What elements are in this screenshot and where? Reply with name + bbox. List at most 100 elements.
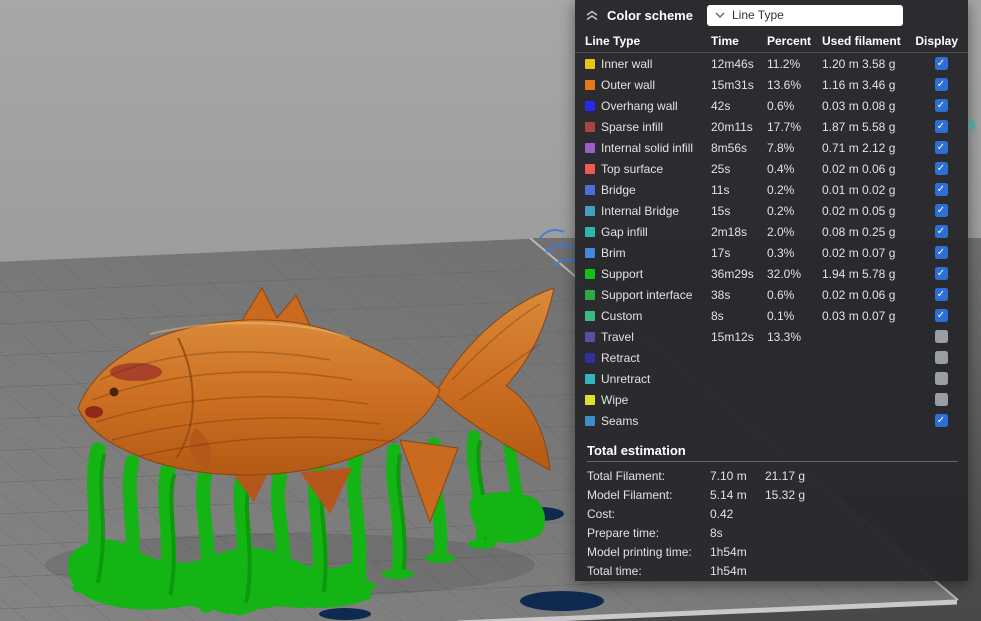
total-value: 0.42 — [710, 507, 765, 521]
display-checkbox[interactable]: ✓ — [935, 99, 948, 112]
used-filament-meters: 0.08 m — [822, 225, 862, 239]
used-filament-grams: 0.25 g — [862, 225, 910, 239]
line-type-label: Outer wall — [601, 78, 711, 92]
used-filament-meters: 0.02 m — [822, 246, 862, 260]
line-type-label: Inner wall — [601, 57, 711, 71]
line-type-row: Retract — [575, 347, 968, 368]
line-type-label: Internal solid infill — [601, 141, 711, 155]
column-line-type: Line Type — [585, 34, 711, 48]
used-filament-meters: 1.94 m — [822, 267, 862, 281]
total-value: 1h54m — [710, 564, 765, 578]
display-checkbox[interactable]: ✓ — [935, 57, 948, 70]
line-type-row: Sparse infill20m11s17.7%1.87 m5.58 g✓ — [575, 116, 968, 137]
display-checkbox[interactable]: ✓ — [935, 225, 948, 238]
line-type-color-swatch — [585, 332, 595, 342]
line-type-label: Custom — [601, 309, 711, 323]
display-checkbox[interactable]: ✓ — [935, 141, 948, 154]
layer-slider-label[interactable]: 5 — [969, 118, 976, 132]
line-type-percent: 0.6% — [767, 288, 822, 302]
display-checkbox[interactable] — [935, 393, 948, 406]
line-type-time: 36m29s — [711, 267, 767, 281]
line-type-color-swatch — [585, 206, 595, 216]
line-type-percent: 0.2% — [767, 204, 822, 218]
used-filament-grams: 5.78 g — [862, 267, 910, 281]
column-percent: Percent — [767, 34, 822, 48]
line-type-color-swatch — [585, 290, 595, 300]
total-label: Total Filament: — [587, 469, 710, 483]
display-checkbox[interactable]: ✓ — [935, 120, 948, 133]
display-checkbox[interactable]: ✓ — [935, 246, 948, 259]
total-row: Model Filament:5.14 m15.32 g — [587, 485, 958, 504]
display-checkbox[interactable]: ✓ — [935, 78, 948, 91]
used-filament-grams: 0.07 g — [862, 246, 910, 260]
color-scheme-dropdown[interactable]: Line Type — [707, 5, 903, 26]
line-type-time: 8s — [711, 309, 767, 323]
line-type-color-swatch — [585, 311, 595, 321]
display-checkbox[interactable]: ✓ — [935, 183, 948, 196]
used-filament-meters: 0.01 m — [822, 183, 862, 197]
line-type-time: 15m31s — [711, 78, 767, 92]
line-type-percent: 13.3% — [767, 330, 822, 344]
display-checkbox[interactable]: ✓ — [935, 162, 948, 175]
line-type-color-swatch — [585, 227, 595, 237]
line-type-time: 25s — [711, 162, 767, 176]
total-row: Prepare time:8s — [587, 523, 958, 542]
line-type-label: Travel — [601, 330, 711, 344]
used-filament-meters: 1.20 m — [822, 57, 862, 71]
used-filament-grams: 0.08 g — [862, 99, 910, 113]
line-type-time: 17s — [711, 246, 767, 260]
line-type-label: Wipe — [601, 393, 711, 407]
used-filament-grams: 2.12 g — [862, 141, 910, 155]
total-label: Model Filament: — [587, 488, 710, 502]
display-checkbox[interactable] — [935, 372, 948, 385]
line-type-label: Bridge — [601, 183, 711, 197]
line-type-row: Outer wall15m31s13.6%1.16 m3.46 g✓ — [575, 74, 968, 95]
used-filament-meters: 0.02 m — [822, 288, 862, 302]
line-type-row: Internal solid infill8m56s7.8%0.71 m2.12… — [575, 137, 968, 158]
total-row: Model printing time:1h54m — [587, 542, 958, 561]
line-type-label: Support interface — [601, 288, 711, 302]
total-row: Total time:1h54m — [587, 561, 958, 580]
used-filament-meters: 0.03 m — [822, 99, 862, 113]
line-type-percent: 13.6% — [767, 78, 822, 92]
display-checkbox[interactable]: ✓ — [935, 204, 948, 217]
line-type-row: Top surface25s0.4%0.02 m0.06 g✓ — [575, 158, 968, 179]
display-checkbox[interactable]: ✓ — [935, 414, 948, 427]
line-type-label: Gap infill — [601, 225, 711, 239]
collapse-panel-icon[interactable] — [585, 10, 599, 21]
panel-header: Color scheme Line Type — [575, 0, 968, 30]
total-value-2: 21.17 g — [765, 469, 958, 483]
used-filament-meters: 1.16 m — [822, 78, 862, 92]
display-checkbox[interactable]: ✓ — [935, 309, 948, 322]
line-type-color-swatch — [585, 353, 595, 363]
line-type-row: Custom8s0.1%0.03 m0.07 g✓ — [575, 305, 968, 326]
line-type-color-swatch — [585, 416, 595, 426]
display-checkbox[interactable] — [935, 351, 948, 364]
used-filament-grams: 5.58 g — [862, 120, 910, 134]
dropdown-selected-value: Line Type — [732, 8, 784, 22]
line-type-color-swatch — [585, 248, 595, 258]
line-type-time: 11s — [711, 183, 767, 197]
line-type-row: Internal Bridge15s0.2%0.02 m0.05 g✓ — [575, 200, 968, 221]
display-checkbox[interactable]: ✓ — [935, 288, 948, 301]
line-type-percent: 2.0% — [767, 225, 822, 239]
display-checkbox[interactable] — [935, 330, 948, 343]
used-filament-meters: 0.02 m — [822, 204, 862, 218]
total-label: Prepare time: — [587, 526, 710, 540]
line-type-label: Brim — [601, 246, 711, 260]
line-type-row: Seams✓ — [575, 410, 968, 431]
display-checkbox[interactable]: ✓ — [935, 267, 948, 280]
line-type-time: 38s — [711, 288, 767, 302]
line-type-percent: 17.7% — [767, 120, 822, 134]
line-type-percent: 0.3% — [767, 246, 822, 260]
line-type-color-swatch — [585, 143, 595, 153]
line-type-percent: 11.2% — [767, 57, 822, 71]
line-type-label: Support — [601, 267, 711, 281]
line-type-color-swatch — [585, 80, 595, 90]
line-type-row: Gap infill2m18s2.0%0.08 m0.25 g✓ — [575, 221, 968, 242]
total-row: Cost:0.42 — [587, 504, 958, 523]
line-type-row: Support36m29s32.0%1.94 m5.78 g✓ — [575, 263, 968, 284]
line-type-label: Retract — [601, 351, 711, 365]
line-type-color-swatch — [585, 164, 595, 174]
total-estimation-title: Total estimation — [587, 439, 958, 462]
